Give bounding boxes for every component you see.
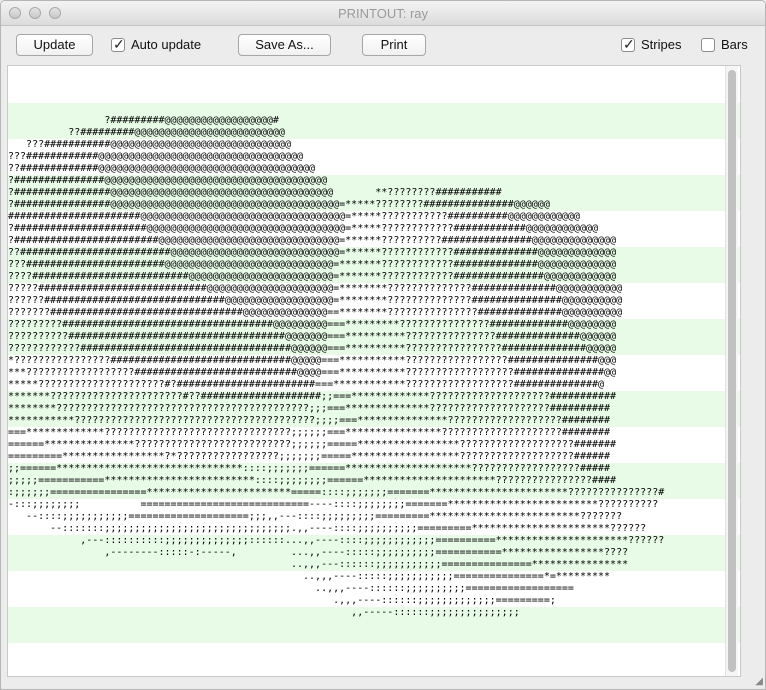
auto-update-label: Auto update bbox=[131, 37, 202, 52]
printout-line: ????????????############################… bbox=[8, 343, 617, 354]
printout-line: ,---::::::::::;;;;;;;;;;;;;;::::::...,,-… bbox=[80, 535, 665, 546]
printout-line: ..,,,----:::::;;;;;;;;;;;===============… bbox=[303, 571, 611, 582]
printout-line: ?########################@@@@@@@@@@@@@@@… bbox=[8, 235, 617, 246]
checkmark-icon: ✓ bbox=[623, 35, 635, 52]
stripes-label: Stripes bbox=[641, 37, 682, 52]
printout-line: ######################@@@@@@@@@@@@@@@@@@… bbox=[8, 211, 580, 222]
printout-line: ??#########@@@@@@@@@@@@@@@@@@@@@@@@@ bbox=[68, 127, 285, 138]
checkmark-icon: ✓ bbox=[113, 35, 125, 52]
printout-line: ..,,,---::::::;;;;;;;;;;;===============… bbox=[290, 559, 629, 570]
stripes-checkbox-box[interactable]: ✓ bbox=[621, 35, 635, 52]
auto-update-checkbox[interactable]: ✓ Auto update bbox=[111, 35, 202, 52]
printout-line: ?#########@@@@@@@@@@@@@@@@@@# bbox=[104, 115, 279, 126]
scrollbar-thumb[interactable] bbox=[728, 70, 736, 672]
printout-line: ??#########################@@@@@@@@@@@@@… bbox=[8, 247, 617, 258]
printout-area[interactable]: ?#########@@@@@@@@@@@@@@@@@@# ??########… bbox=[7, 65, 741, 677]
printout-line: ********????????????????????????????????… bbox=[8, 403, 611, 414]
printout-line: ?????????###############################… bbox=[8, 319, 617, 330]
printout-line: ,,-----::::::;;;;;;;;;;;;;;; bbox=[351, 607, 520, 618]
printout-line: ?######################@@@@@@@@@@@@@@@@@… bbox=[8, 223, 599, 234]
printout-line: ??????????##############################… bbox=[8, 331, 617, 342]
printout-line: ,--------:::::-:-----, ...,,----:::::;;;… bbox=[104, 547, 629, 558]
printout-line: ***??????????????????###################… bbox=[8, 367, 617, 378]
save-as-button[interactable]: Save As... bbox=[238, 34, 331, 56]
printout-line: *******??????????????????????#??########… bbox=[8, 391, 617, 402]
printout-line: ???#######################@@@@@@@@@@@@@@… bbox=[8, 259, 617, 270]
printout-line: ??#############@@@@@@@@@@@@@@@@@@@@@@@@@… bbox=[8, 163, 316, 174]
title-bar: PRINTOUT: ray bbox=[1, 1, 765, 26]
printout-line: *????????????????#######################… bbox=[8, 355, 617, 366]
printout-line: ???###########@@@@@@@@@@@@@@@@@@@@@@@@@@… bbox=[26, 139, 291, 150]
printout-line: :;;;;;;================*****************… bbox=[8, 487, 665, 498]
printout-line: ..,,,----::::::;;;;;;;;;;===============… bbox=[315, 583, 574, 594]
toolbar: Update ✓ Auto update Save As... Print ✓ … bbox=[1, 26, 765, 66]
auto-update-checkbox-box[interactable]: ✓ bbox=[111, 35, 125, 52]
printout-line: ??????##############################@@@@… bbox=[8, 295, 623, 306]
printout-line: .,,,----::::::;;;;;;;;;;;;;=========; bbox=[333, 595, 556, 606]
stripes-checkbox[interactable]: ✓ Stripes bbox=[621, 35, 682, 52]
print-button[interactable]: Print bbox=[362, 34, 426, 56]
bars-label: Bars bbox=[721, 37, 748, 52]
printout-line: ???????################################@… bbox=[8, 307, 623, 318]
printout-line: ======***************???????????????????… bbox=[8, 439, 617, 450]
printout-line: ?????############################@@@@@@@… bbox=[8, 283, 623, 294]
vertical-scrollbar[interactable] bbox=[725, 66, 738, 676]
printout-line: ????##########################@@@@@@@@@@… bbox=[8, 271, 617, 282]
bars-checkbox[interactable]: Bars bbox=[701, 37, 748, 52]
printout-line: ;;======*******************************:… bbox=[8, 463, 611, 474]
printout-line: --:::::::;;;;;;;;;;;;;;;;;;;;;;;;;;;;;;;… bbox=[50, 523, 647, 534]
printout-line: ???############@@@@@@@@@@@@@@@@@@@@@@@@@… bbox=[8, 151, 304, 162]
window-title: PRINTOUT: ray bbox=[337, 6, 429, 21]
printout-line: ?###############@@@@@@@@@@@@@@@@@@@@@@@@… bbox=[8, 175, 328, 186]
printout-line: ;;;;;===========************************… bbox=[8, 475, 617, 486]
printout-line: ===*************????????????????????????… bbox=[8, 427, 611, 438]
printout-line: ?################@@@@@@@@@@@@@@@@@@@@@@@… bbox=[8, 187, 502, 198]
printout-line: --::::;;;;;;;;;;;====================;;;… bbox=[26, 511, 623, 522]
printout-line: =========*****************?*????????????… bbox=[8, 451, 611, 462]
printout-line: ?################@@@@@@@@@@@@@@@@@@@@@@@… bbox=[8, 199, 550, 210]
printout-line: -:::;;;;;;;; ===========================… bbox=[8, 499, 659, 510]
ascii-printout: ?#########@@@@@@@@@@@@@@@@@@# ??########… bbox=[8, 115, 664, 619]
printout-line: ***********?????????????????????????????… bbox=[8, 415, 611, 426]
resize-grip-icon[interactable]: ◢ bbox=[755, 676, 763, 687]
update-button[interactable]: Update bbox=[16, 34, 93, 56]
printout-window: PRINTOUT: ray Update ✓ Auto update Save … bbox=[0, 0, 766, 690]
printout-line: *****?????????????????????#?############… bbox=[8, 379, 605, 390]
bars-checkbox-box[interactable] bbox=[701, 37, 715, 52]
